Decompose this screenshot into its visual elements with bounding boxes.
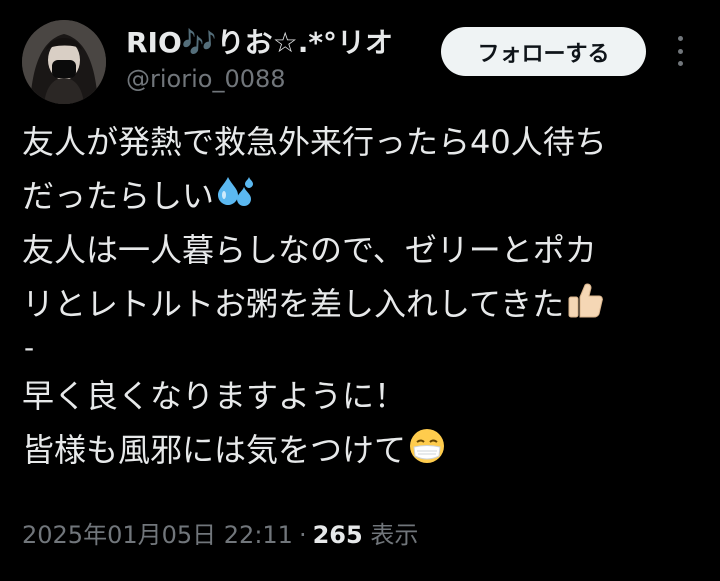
tweet-line: だったらしい — [22, 172, 702, 218]
tweet-line-text: だったらしい — [22, 177, 215, 215]
thumbs-up-icon — [566, 281, 604, 332]
more-dot — [677, 36, 683, 41]
user-handle[interactable]: @riorio_0088 — [126, 62, 393, 96]
timestamp-link[interactable]: 2025年01月05日 22:11 — [22, 521, 293, 549]
tweet-line: - — [24, 334, 702, 362]
tweet-line-text: 皆様も風邪には気をつけて — [22, 431, 407, 469]
tweet-line: 友人は一人暮らしなので、ゼリーとポカ — [22, 226, 702, 272]
tweet-line: リとレトルトお粥を差し入れしてきた — [22, 280, 702, 326]
tweet-line-text: 友人は一人暮らしなので、ゼリーとポカ — [22, 231, 597, 269]
tweet-line: 早く良くなりますように！ — [22, 372, 702, 418]
mask-face-icon — [408, 427, 446, 478]
tweet-header: RIO🎶りお☆.*°リオ @riorio_0088 フォローする — [0, 0, 720, 110]
tweet-line-text: - — [24, 331, 35, 364]
avatar[interactable] — [22, 20, 106, 104]
tweet-text: 友人が発熱で救急外来行ったら40人待ち だったらしい 友人は一人暮らしなので、ゼ… — [22, 118, 702, 480]
display-name[interactable]: RIO🎶りお☆.*°リオ — [126, 26, 393, 60]
sweat-droplets-icon — [216, 173, 254, 224]
follow-button[interactable]: フォローする — [441, 27, 646, 76]
views-label: 表示 — [370, 521, 419, 549]
more-dot — [677, 61, 683, 66]
avatar-image — [22, 20, 106, 104]
more-dot — [677, 48, 683, 54]
tweet-meta: 2025年01月05日 22:11 · 265 表示 — [22, 518, 418, 552]
author-info: RIO🎶りお☆.*°リオ @riorio_0088 — [126, 26, 393, 96]
tweet-line-text: リとレトルトお粥を差し入れしてきた — [22, 285, 565, 323]
tweet-line-text: 友人が発熱で救急外来行ったら40人待ち — [22, 123, 607, 161]
views-count: 265 — [312, 521, 363, 549]
more-vertical-icon[interactable] — [670, 36, 690, 66]
tweet-line-text: 早く良くなりますように！ — [22, 377, 407, 415]
tweet-line: 皆様も風邪には気をつけて — [22, 426, 702, 472]
tweet-line: 友人が発熱で救急外来行ったら40人待ち — [22, 118, 702, 164]
meta-separator: · — [298, 521, 307, 549]
